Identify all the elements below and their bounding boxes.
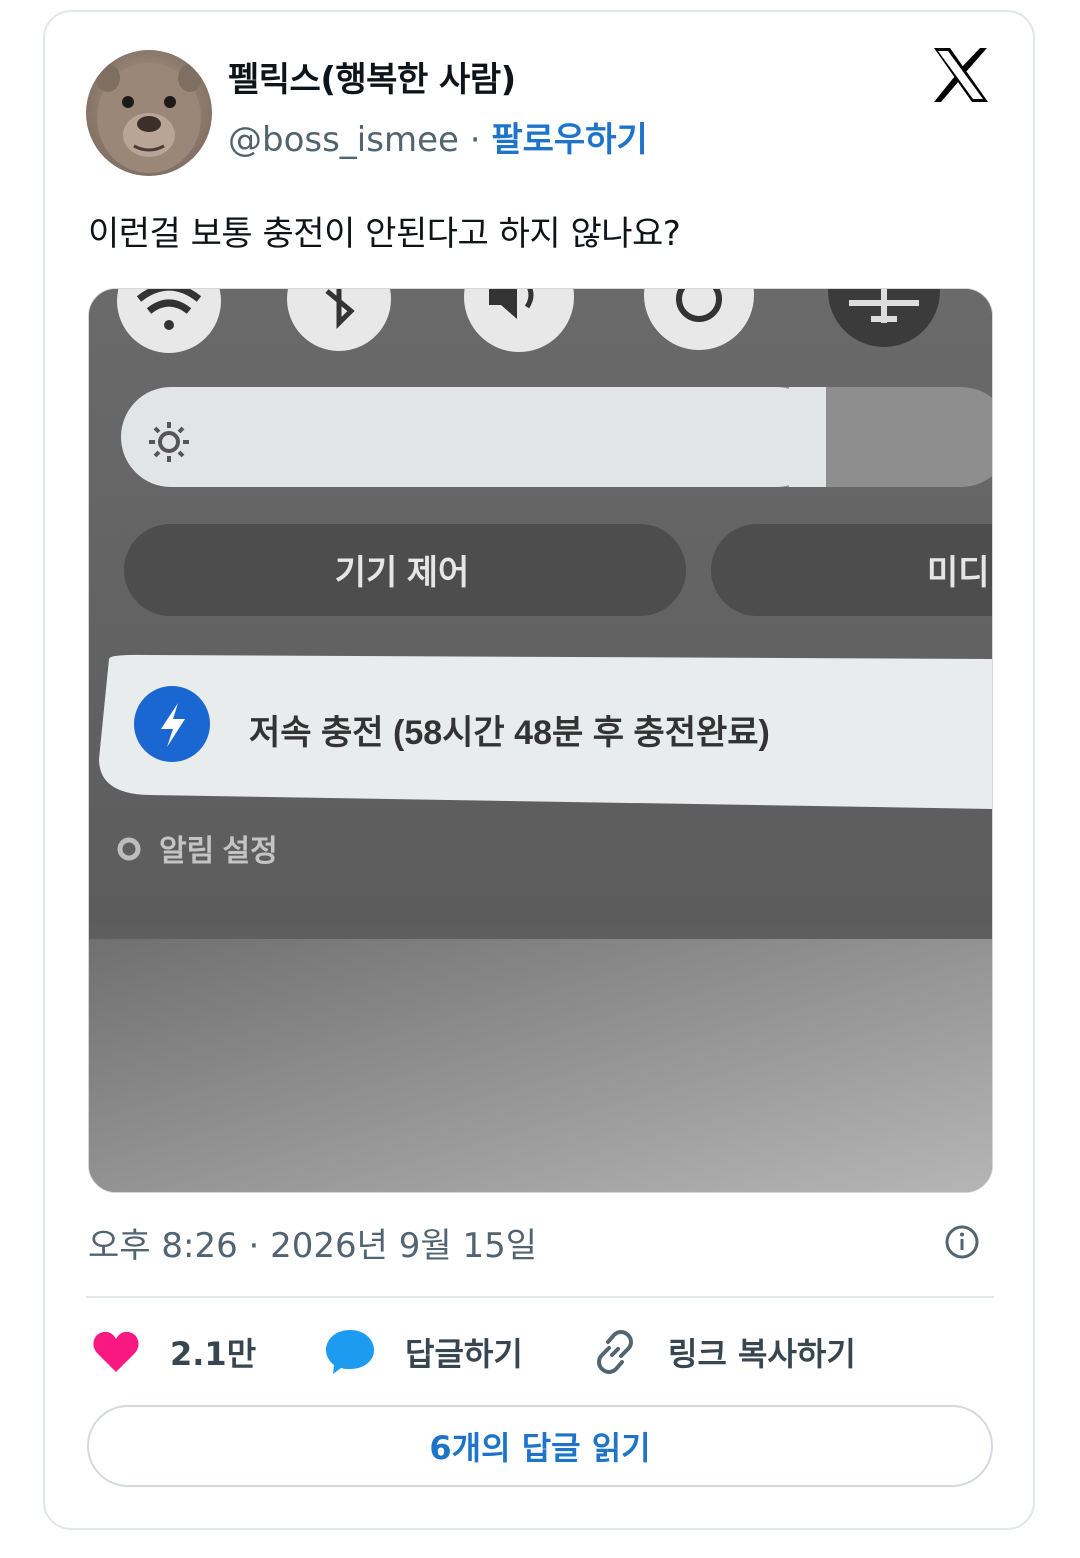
timestamp[interactable]: 오후 8:26 · 2026년 9월 15일 [88,1218,537,1267]
copy-link-label: 링크 복사하기 [668,1335,856,1373]
speech-bubble-icon [326,1330,374,1374]
device-control-label: 기기 제어 [335,554,470,592]
copy-link-button[interactable]: 링크 복사하기 [592,1322,856,1382]
like-count: 2.1만 [170,1335,257,1373]
avatar[interactable] [86,50,212,176]
display-name[interactable]: 펠릭스(행복한 사람) [228,52,516,101]
tweet-text: 이런걸 보통 충전이 안된다고 하지 않나요? [88,214,681,254]
x-logo-icon[interactable] [930,44,992,106]
notification-text: 저속 충전 (58시간 48분 후 충전완료) [249,714,770,752]
like-button[interactable]: 2.1만 [92,1322,256,1382]
handle-row: @boss_ismee · 팔로우하기 [228,112,648,161]
follow-button[interactable]: 팔로우하기 [491,120,647,160]
reply-button[interactable]: 답글하기 [325,1322,523,1382]
reply-label: 답글하기 [405,1335,523,1373]
separator-dot: · [469,120,481,160]
link-icon [597,1330,633,1374]
notification-settings-label: 알림 설정 [159,835,278,868]
heart-icon [93,1331,139,1372]
read-replies-button[interactable]: 6개의 답글 읽기 [87,1405,993,1487]
divider [86,1296,994,1298]
user-handle[interactable]: @boss_ismee [228,120,459,160]
media-label: 미디 [927,554,990,592]
info-icon[interactable] [944,1224,980,1260]
tweet-photo[interactable]: 기기 제어 미디 저속 충전 (58시간 48분 후 충전완료) 알림 설정 [88,288,993,1193]
